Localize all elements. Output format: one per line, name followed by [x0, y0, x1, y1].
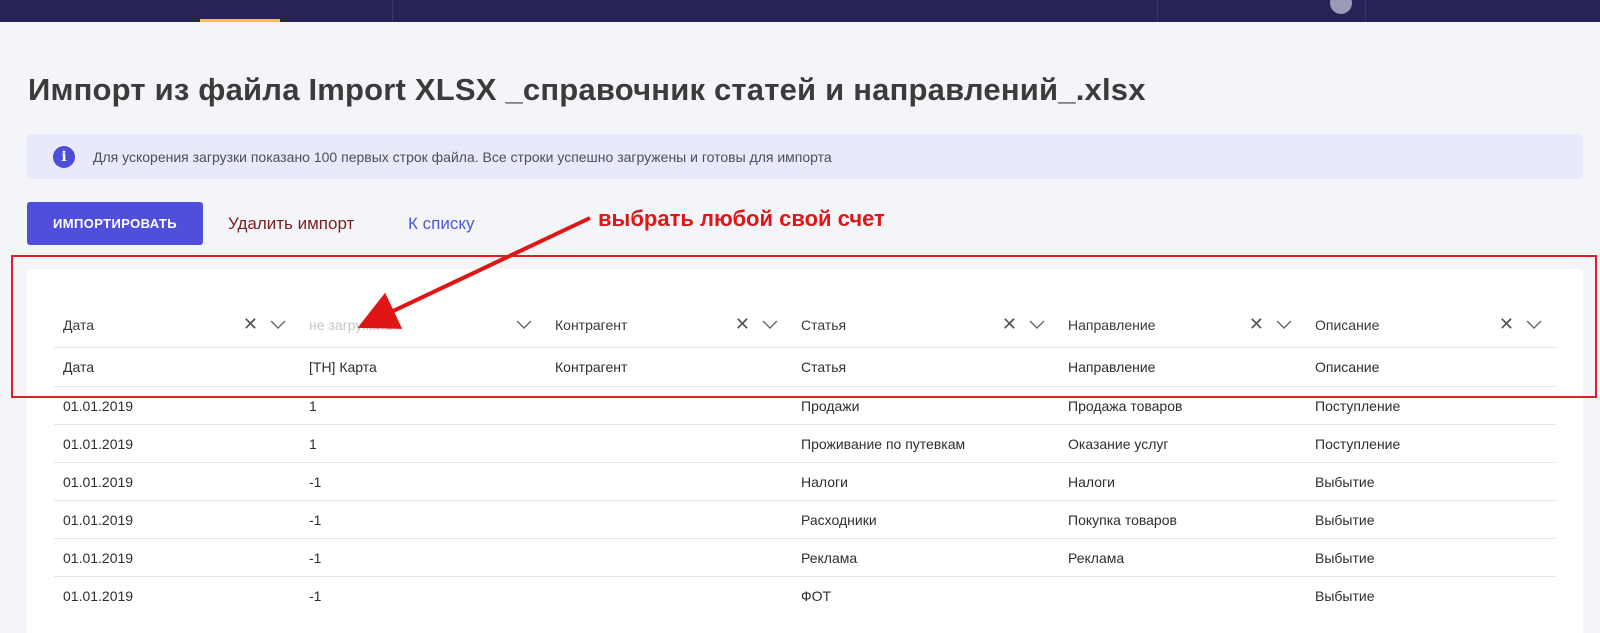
table-cell [546, 501, 792, 539]
table-cell: 01.01.2019 [63, 588, 134, 604]
table-cell: Налоги [1068, 474, 1115, 490]
nav-separator [1365, 0, 1366, 22]
table-cell: Реклама [1068, 550, 1125, 566]
table-cell: Выбытие [1315, 474, 1375, 490]
info-banner-text: Для ускорения загрузки показано 100 перв… [93, 148, 832, 165]
table-cell [546, 539, 792, 577]
back-to-list-link[interactable]: К списку [408, 214, 474, 234]
table-cell: Покупка товаров [1068, 512, 1177, 528]
table-cell: Проживание по путевкам [801, 436, 966, 452]
table-row: 01.01.2019 1 Проживание по путевкам Оказани… [54, 424, 1556, 463]
table-cell: Выбытие [1315, 512, 1375, 528]
table-row: 01.01.2019 -1 Расходники Покупка товаров Выб… [54, 500, 1556, 539]
nav-separator [392, 0, 393, 22]
table-cell: -1 [309, 588, 322, 604]
table-cell [546, 463, 792, 501]
table-cell: 1 [309, 436, 317, 452]
table-cell: Расходники [801, 512, 877, 528]
info-icon: i [53, 145, 75, 168]
table-cell: 01.01.2019 [63, 550, 134, 566]
table-cell [1059, 577, 1306, 615]
table-cell: Выбытие [1315, 550, 1375, 566]
table-cell: Реклама [801, 550, 858, 566]
table-cell: 01.01.2019 [63, 512, 134, 528]
table-cell: 01.01.2019 [63, 474, 134, 490]
table-cell: Оказание услуг [1068, 436, 1169, 452]
nav-separator [1157, 0, 1158, 22]
user-avatar[interactable] [1330, 0, 1352, 14]
table-cell: -1 [309, 512, 322, 528]
table-cell [546, 425, 792, 463]
table-cell [546, 577, 792, 615]
table-row: 01.01.2019 -1 ФОТ Выбытие [54, 576, 1556, 615]
annotation-highlight-frame [11, 255, 1597, 398]
table-cell: Поступление [1315, 436, 1401, 452]
table-row: 01.01.2019 -1 Реклама Реклама Выбытие [54, 538, 1556, 577]
active-tab-indicator [200, 19, 280, 22]
import-button[interactable]: ИМПОРТИРОВАТЬ [27, 202, 203, 245]
page-title: Импорт из файла Import XLSX _справочник … [28, 72, 1146, 107]
table-cell: Налоги [801, 474, 848, 490]
table-cell: Выбытие [1315, 588, 1375, 604]
annotation-label: выбрать любой свой счет [598, 206, 885, 231]
table-cell: ФОТ [801, 588, 832, 604]
top-nav-bar [0, 0, 1600, 22]
table-cell: 01.01.2019 [63, 436, 134, 452]
table-cell: -1 [309, 474, 322, 490]
delete-import-button[interactable]: Удалить импорт [228, 214, 354, 234]
info-banner: i Для ускорения загрузки показано 100 пе… [27, 134, 1583, 179]
table-row: 01.01.2019 -1 Налоги Налоги Выбытие [54, 462, 1556, 501]
table-cell: -1 [309, 550, 322, 566]
